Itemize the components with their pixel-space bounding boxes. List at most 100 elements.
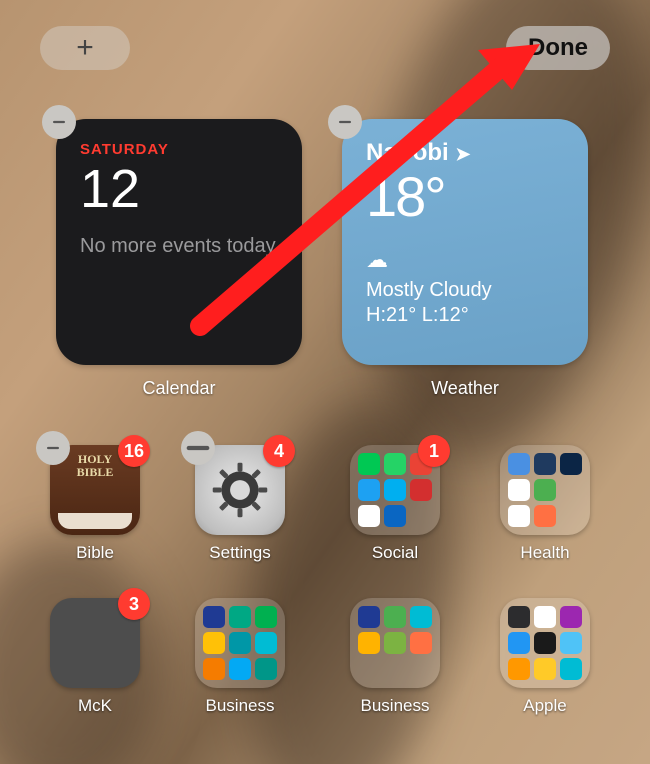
folder-icon: 1 <box>350 445 440 535</box>
folder-mini-app <box>534 453 556 475</box>
minus-icon <box>50 113 68 131</box>
notification-badge: 3 <box>118 588 150 620</box>
folder-mini-app <box>534 479 556 501</box>
folder-mini-app <box>358 632 380 654</box>
folder-mini-app <box>410 658 432 680</box>
folder-mini-app <box>358 658 380 680</box>
calendar-day: SATURDAY <box>80 141 278 158</box>
done-label: Done <box>528 34 588 61</box>
folder-mini-app <box>255 658 277 680</box>
folder-mini-app <box>384 632 406 654</box>
bible-icon: HOLY BIBLE 16 <box>50 445 140 535</box>
minus-icon <box>44 439 62 457</box>
folder-mini-app <box>534 632 556 654</box>
app-settings[interactable]: 4 Settings <box>175 445 305 563</box>
folder-mini-app <box>410 632 432 654</box>
folder-mini-app <box>358 606 380 628</box>
minus-icon <box>181 417 215 479</box>
folder-mini-app <box>534 606 556 628</box>
folder-mini-app <box>410 606 432 628</box>
weather-temp: 18° <box>366 169 564 225</box>
mck-icon: 3 <box>50 598 140 688</box>
folder-mini-app <box>384 606 406 628</box>
folder-mini-app <box>508 505 530 527</box>
calendar-widget[interactable]: SATURDAY 12 No more events today Calenda… <box>56 119 302 365</box>
folder-mini-app <box>410 479 432 501</box>
gear-icon-svg <box>209 459 271 521</box>
folder-mini-app <box>384 453 406 475</box>
weather-location: Nairobi ➤ <box>366 139 564 167</box>
app-bible[interactable]: HOLY BIBLE 16 Bible <box>30 445 160 563</box>
folder-mini-app <box>560 658 582 680</box>
remove-app-button[interactable] <box>181 431 215 465</box>
folder-mini-app <box>560 606 582 628</box>
folder-mini-app <box>560 505 582 527</box>
folder-icon <box>500 598 590 688</box>
folder-mini-app <box>358 453 380 475</box>
remove-widget-button[interactable] <box>328 105 362 139</box>
location-arrow-icon: ➤ <box>455 144 470 164</box>
folder-icon <box>195 598 285 688</box>
done-button[interactable]: Done <box>506 26 610 70</box>
add-widget-button[interactable]: + <box>40 26 130 70</box>
app-label: Settings <box>175 543 305 563</box>
home-edit-topbar: + Done <box>0 18 650 78</box>
folder-business-1[interactable]: Business <box>175 598 305 716</box>
gear-icon: 4 <box>195 445 285 535</box>
folder-mini-app <box>358 505 380 527</box>
folder-label: Business <box>175 696 305 716</box>
folder-label: Social <box>330 543 460 563</box>
folder-label: Health <box>480 543 610 563</box>
folder-mini-app <box>358 479 380 501</box>
folder-social[interactable]: 1 Social <box>330 445 460 563</box>
folder-business-2[interactable]: Business <box>330 598 460 716</box>
weather-hilo: H:21° L:12° <box>366 304 564 327</box>
folder-mini-app <box>255 632 277 654</box>
folder-mini-app <box>255 606 277 628</box>
folder-health[interactable]: Health <box>480 445 610 563</box>
folder-mini-app <box>384 479 406 501</box>
plus-icon: + <box>76 31 94 65</box>
weather-location-text: Nairobi <box>366 139 449 166</box>
notification-badge: 1 <box>418 435 450 467</box>
folder-icon <box>350 598 440 688</box>
folder-mini-app <box>508 453 530 475</box>
folder-mini-app <box>384 505 406 527</box>
app-label: Bible <box>30 543 160 563</box>
folder-mini-app <box>229 606 251 628</box>
weather-widget[interactable]: Nairobi ➤ 18° ☁ Mostly Cloudy H:21° L:12… <box>342 119 588 365</box>
remove-widget-button[interactable] <box>42 105 76 139</box>
folder-mini-app <box>229 658 251 680</box>
app-label: McK <box>30 696 160 716</box>
folder-apple[interactable]: Apple <box>480 598 610 716</box>
folder-mini-app <box>508 632 530 654</box>
bible-icon-text: HOLY <box>78 453 112 466</box>
weather-condition: Mostly Cloudy <box>366 279 564 302</box>
minus-icon <box>336 113 354 131</box>
calendar-message: No more events today <box>80 234 278 259</box>
folder-mini-app <box>229 632 251 654</box>
folder-mini-app <box>508 606 530 628</box>
folder-mini-app <box>560 453 582 475</box>
widget-label: Weather <box>342 378 588 399</box>
bible-icon-text: BIBLE <box>77 466 114 479</box>
widget-label: Calendar <box>56 378 302 399</box>
notification-badge: 16 <box>118 435 150 467</box>
notification-badge: 4 <box>263 435 295 467</box>
folder-mini-app <box>508 479 530 501</box>
folder-mini-app <box>410 505 432 527</box>
cloud-icon: ☁ <box>366 247 564 273</box>
folder-mini-app <box>203 658 225 680</box>
folder-mini-app <box>203 632 225 654</box>
folder-mini-app <box>560 479 582 501</box>
folder-label: Apple <box>480 696 610 716</box>
folder-mini-app <box>203 606 225 628</box>
folder-mini-app <box>384 658 406 680</box>
folder-mck[interactable]: 3 McK <box>30 598 160 716</box>
folder-icon <box>500 445 590 535</box>
remove-app-button[interactable] <box>36 431 70 465</box>
folder-mini-app <box>508 658 530 680</box>
folder-mini-app <box>534 658 556 680</box>
folder-mini-app <box>560 632 582 654</box>
calendar-date: 12 <box>80 162 278 216</box>
